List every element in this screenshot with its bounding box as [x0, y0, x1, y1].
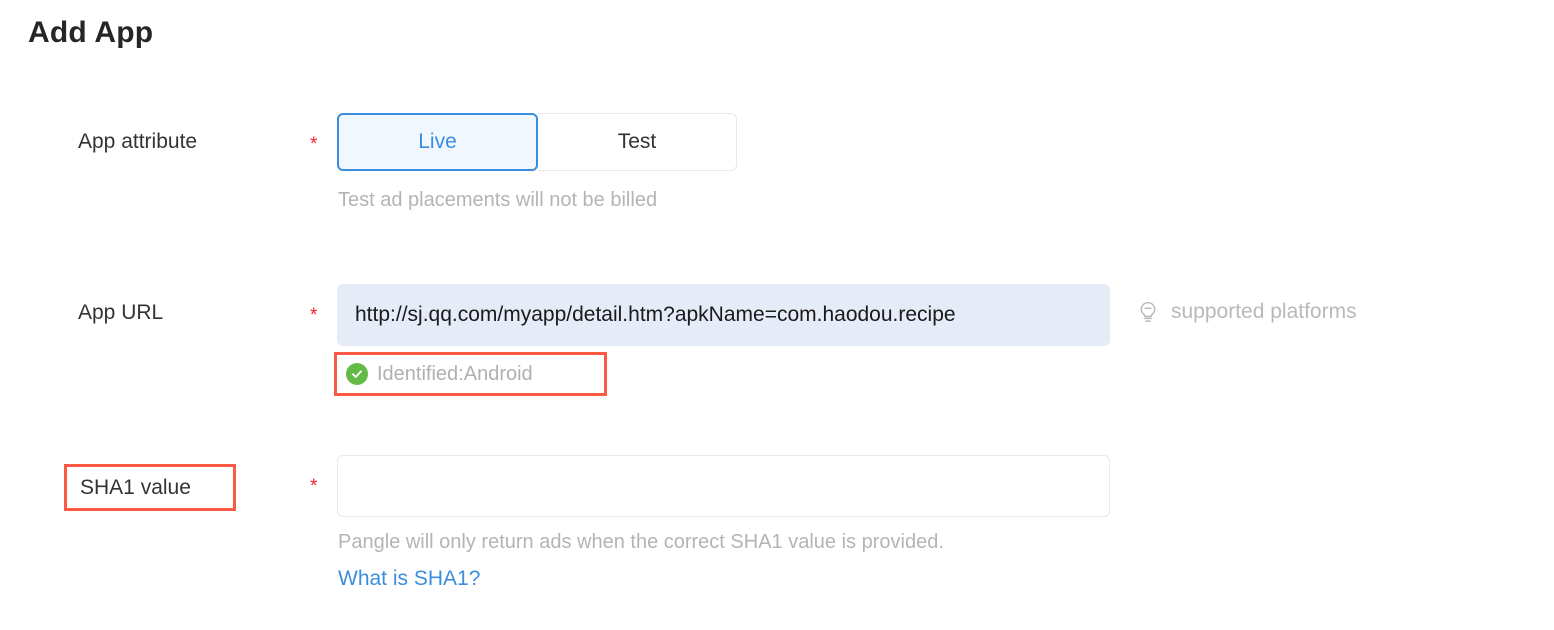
app-url-label: App URL	[78, 301, 164, 324]
app-url-input[interactable]	[337, 284, 1110, 346]
sha1-value-required-asterisk: *	[310, 476, 318, 497]
app-url-required-asterisk: *	[310, 305, 318, 326]
sha1-value-label-annotation: SHA1 value	[64, 464, 236, 511]
app-attribute-segmented-control: Live Test	[337, 113, 737, 171]
app-url-identified-annotation: Identified:Android	[334, 352, 607, 396]
what-is-sha1-link[interactable]: What is SHA1?	[338, 567, 480, 591]
form-row-app-url: App URL * Identified:Android supported p…	[0, 284, 1554, 414]
app-url-identified-status-text: Identified:Android	[377, 362, 533, 385]
sha1-value-helper-text: Pangle will only return ads when the cor…	[338, 531, 944, 553]
app-attribute-helper-text: Test ad placements will not be billed	[338, 189, 658, 211]
app-attribute-label: App attribute	[78, 130, 198, 153]
sha1-value-label: SHA1 value	[80, 475, 191, 499]
sha1-value-input[interactable]	[337, 455, 1110, 517]
form-row-sha1-value: SHA1 value * Pangle will only return ads…	[0, 455, 1554, 615]
app-attribute-option-live[interactable]: Live	[337, 113, 538, 171]
app-attribute-option-test[interactable]: Test	[538, 113, 737, 171]
form-row-app-attribute: App attribute * Live Test Test ad placem…	[0, 113, 1554, 233]
supported-platforms-hint[interactable]: supported platforms	[1135, 299, 1357, 325]
app-attribute-required-asterisk: *	[310, 134, 318, 155]
supported-platforms-label: supported platforms	[1171, 300, 1357, 323]
check-circle-icon	[346, 363, 368, 385]
lightbulb-icon	[1135, 299, 1161, 325]
page-title: Add App	[28, 16, 154, 49]
